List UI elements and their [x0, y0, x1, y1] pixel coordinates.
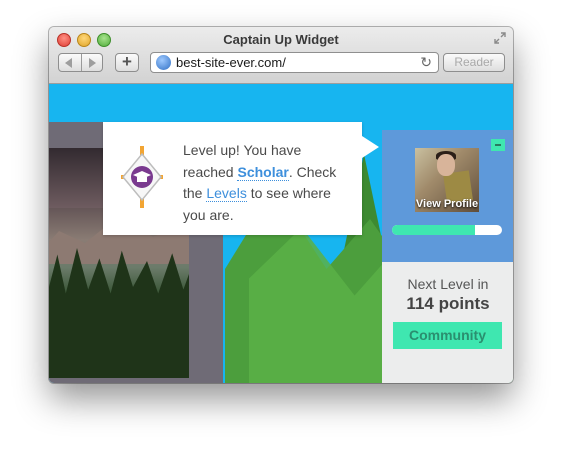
next-level-label: Next Level in: [407, 276, 489, 292]
level-name-link[interactable]: Scholar: [237, 163, 289, 181]
view-profile-label[interactable]: View Profile: [415, 198, 479, 210]
forward-arrow-icon[interactable]: [89, 58, 96, 68]
window-title: Captain Up Widget: [223, 32, 339, 47]
globe-icon: [156, 55, 171, 70]
reload-icon[interactable]: ↻: [420, 54, 432, 71]
nav-divider: [81, 54, 82, 71]
add-bookmark-button[interactable]: +: [115, 52, 139, 72]
level-up-notification: Level up! You have reached Scholar. Chec…: [103, 122, 362, 235]
fullscreen-icon[interactable]: [494, 32, 506, 44]
level-progress-fill: [392, 225, 475, 235]
minimize-widget-button[interactable]: [491, 139, 505, 151]
minus-icon: [495, 144, 501, 146]
notification-message: Level up! You have reached Scholar. Chec…: [183, 140, 353, 226]
widget-level-section: Next Level in 114 points Community: [382, 262, 513, 383]
points-remaining: 114 points: [406, 294, 490, 313]
levels-link[interactable]: Levels: [206, 185, 247, 202]
browser-window: Captain Up Widget + best-site-ever.com/ …: [49, 27, 513, 383]
graduation-cap-badge-icon: [121, 146, 163, 208]
notification-pointer: [362, 136, 379, 158]
plus-icon: +: [122, 52, 132, 71]
address-bar[interactable]: best-site-ever.com/ ↻: [150, 52, 439, 73]
back-arrow-icon[interactable]: [65, 58, 72, 68]
captain-up-widget: View Profile Next Level in 114 points Co…: [382, 130, 513, 383]
widget-profile-section: View Profile: [382, 130, 513, 262]
level-progress-bar: [392, 225, 502, 235]
page-content: Level up! You have reached Scholar. Chec…: [49, 84, 513, 383]
url-text[interactable]: best-site-ever.com/: [176, 55, 286, 70]
community-button[interactable]: Community: [393, 322, 502, 349]
navigation-buttons: [58, 53, 103, 72]
photo-trees: [49, 248, 189, 378]
avatar-face: [437, 154, 455, 176]
reader-button[interactable]: Reader: [443, 53, 505, 72]
title-bar: Captain Up Widget + best-site-ever.com/ …: [49, 27, 513, 84]
avatar[interactable]: View Profile: [415, 148, 479, 212]
